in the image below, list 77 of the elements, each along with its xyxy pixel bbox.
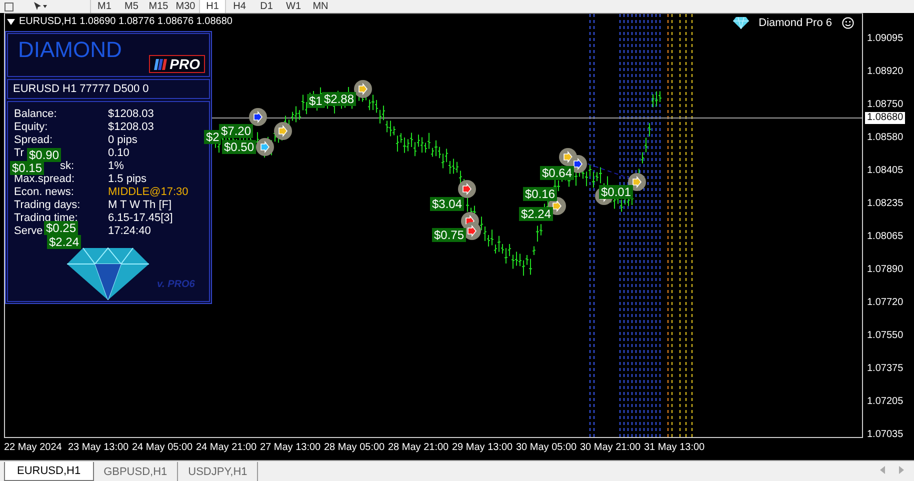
- price-tick-label: 1.07205: [867, 396, 904, 408]
- price-tick-label: 1.07375: [867, 363, 904, 375]
- time-tick-label: 24 May 21:00: [196, 442, 257, 453]
- profit-label: $2.24: [47, 235, 82, 249]
- stat-value: 0 pips: [108, 134, 138, 147]
- stat-value: $1208.03: [108, 108, 154, 121]
- profit-label: $7.20: [219, 124, 254, 138]
- price-tick-label: 1.07890: [867, 264, 904, 276]
- stat-label: Spread:: [14, 134, 53, 147]
- stat-label: Max.spread:: [14, 173, 75, 186]
- version-text: v. PRO6: [157, 279, 195, 290]
- stripes-icon: [154, 58, 168, 70]
- cursor-icon[interactable]: [32, 2, 48, 12]
- stat-value: 1%: [108, 160, 124, 173]
- trade-marker-icon: [458, 180, 476, 198]
- profit-label: $2.88: [322, 92, 356, 106]
- stat-label: Balance:: [14, 108, 57, 121]
- stat-label: Serve: [14, 225, 43, 238]
- profit-label: $1: [307, 94, 324, 108]
- price-tick-label: 1.08405: [867, 165, 904, 177]
- timeframe-button[interactable]: H1: [199, 0, 226, 13]
- time-tick-label: 28 May 21:00: [388, 442, 449, 453]
- current-price-label: 1.08680: [865, 112, 906, 124]
- time-tick-label: 30 May 05:00: [516, 442, 577, 453]
- price-tick-label: 1.07035: [867, 429, 904, 441]
- chart-symbol-quote: EURUSD,H1 1.08690 1.08776 1.08676 1.08680: [19, 16, 232, 27]
- profit-label: $0.64: [540, 166, 574, 180]
- chart-tab[interactable]: EURUSD,H1: [4, 462, 94, 481]
- stat-value: 6.15-17.45[3]: [108, 212, 173, 225]
- badge-text: PRO: [170, 57, 200, 71]
- trade-marker-icon: [274, 122, 292, 140]
- price-tick-label: 1.08235: [867, 198, 904, 210]
- profit-label: $0.90: [27, 148, 62, 162]
- stat-value: 17:24:40: [108, 225, 151, 238]
- price-tick-label: 1.09095: [867, 33, 904, 45]
- stat-label: Equity:: [14, 121, 48, 134]
- profit-label: $0.75: [432, 228, 466, 242]
- profit-label: $0.25: [44, 221, 78, 235]
- stat-value: M T W Th [F]: [108, 199, 172, 212]
- indicator-name: Diamond Pro 6: [758, 17, 832, 29]
- profit-label: $2.24: [519, 207, 554, 221]
- profit-label: $3.04: [430, 197, 464, 211]
- time-tick-label: 29 May 13:00: [452, 442, 513, 453]
- profit-label: $0.15: [10, 161, 44, 175]
- diamond-icon: [732, 17, 749, 29]
- time-tick-label: 30 May 21:00: [580, 442, 641, 453]
- smiley-icon: [842, 17, 854, 29]
- price-tick-label: 1.08920: [867, 66, 904, 78]
- stat-value: 1.5 pips: [108, 173, 147, 186]
- price-tick-label: 1.08580: [867, 132, 904, 144]
- time-tick-label: 23 May 13:00: [68, 442, 129, 453]
- time-tick-label: 28 May 05:00: [324, 442, 385, 453]
- profit-label: $0.16: [523, 187, 558, 201]
- profit-label: $0.50: [222, 140, 256, 154]
- time-tick-label: 22 May 2024: [4, 442, 62, 453]
- price-tick-label: 1.08750: [867, 99, 904, 111]
- stat-label: Trading days:: [14, 199, 80, 212]
- stat-label: Tr: [14, 147, 24, 160]
- logo-text: DIAMOND: [18, 38, 122, 62]
- trade-marker-icon: [354, 80, 372, 98]
- profit-label: $2: [204, 130, 222, 144]
- stat-label: Trading time:: [14, 212, 78, 224]
- stat-label: sk:: [60, 160, 74, 173]
- trade-marker-icon: [249, 108, 267, 126]
- stat-value: MIDDLE@17:30: [108, 186, 188, 199]
- price-tick-label: 1.07550: [867, 330, 904, 342]
- trade-marker-icon: [256, 138, 274, 156]
- time-tick-label: 24 May 05:00: [132, 442, 193, 453]
- time-tick-label: 31 May 13:00: [644, 442, 705, 453]
- price-tick-label: 1.08065: [867, 231, 904, 243]
- stat-value: 0.10: [108, 147, 130, 160]
- dropdown-triangle-icon[interactable]: [7, 18, 15, 24]
- account-line: EURUSD H1 77777 D500 0: [13, 83, 149, 95]
- stat-label: Econ. news:: [14, 186, 74, 199]
- time-tick-label: 27 May 13:00: [260, 442, 321, 453]
- price-tick-label: 1.07720: [867, 297, 904, 309]
- stat-value: $1208.03: [108, 121, 154, 134]
